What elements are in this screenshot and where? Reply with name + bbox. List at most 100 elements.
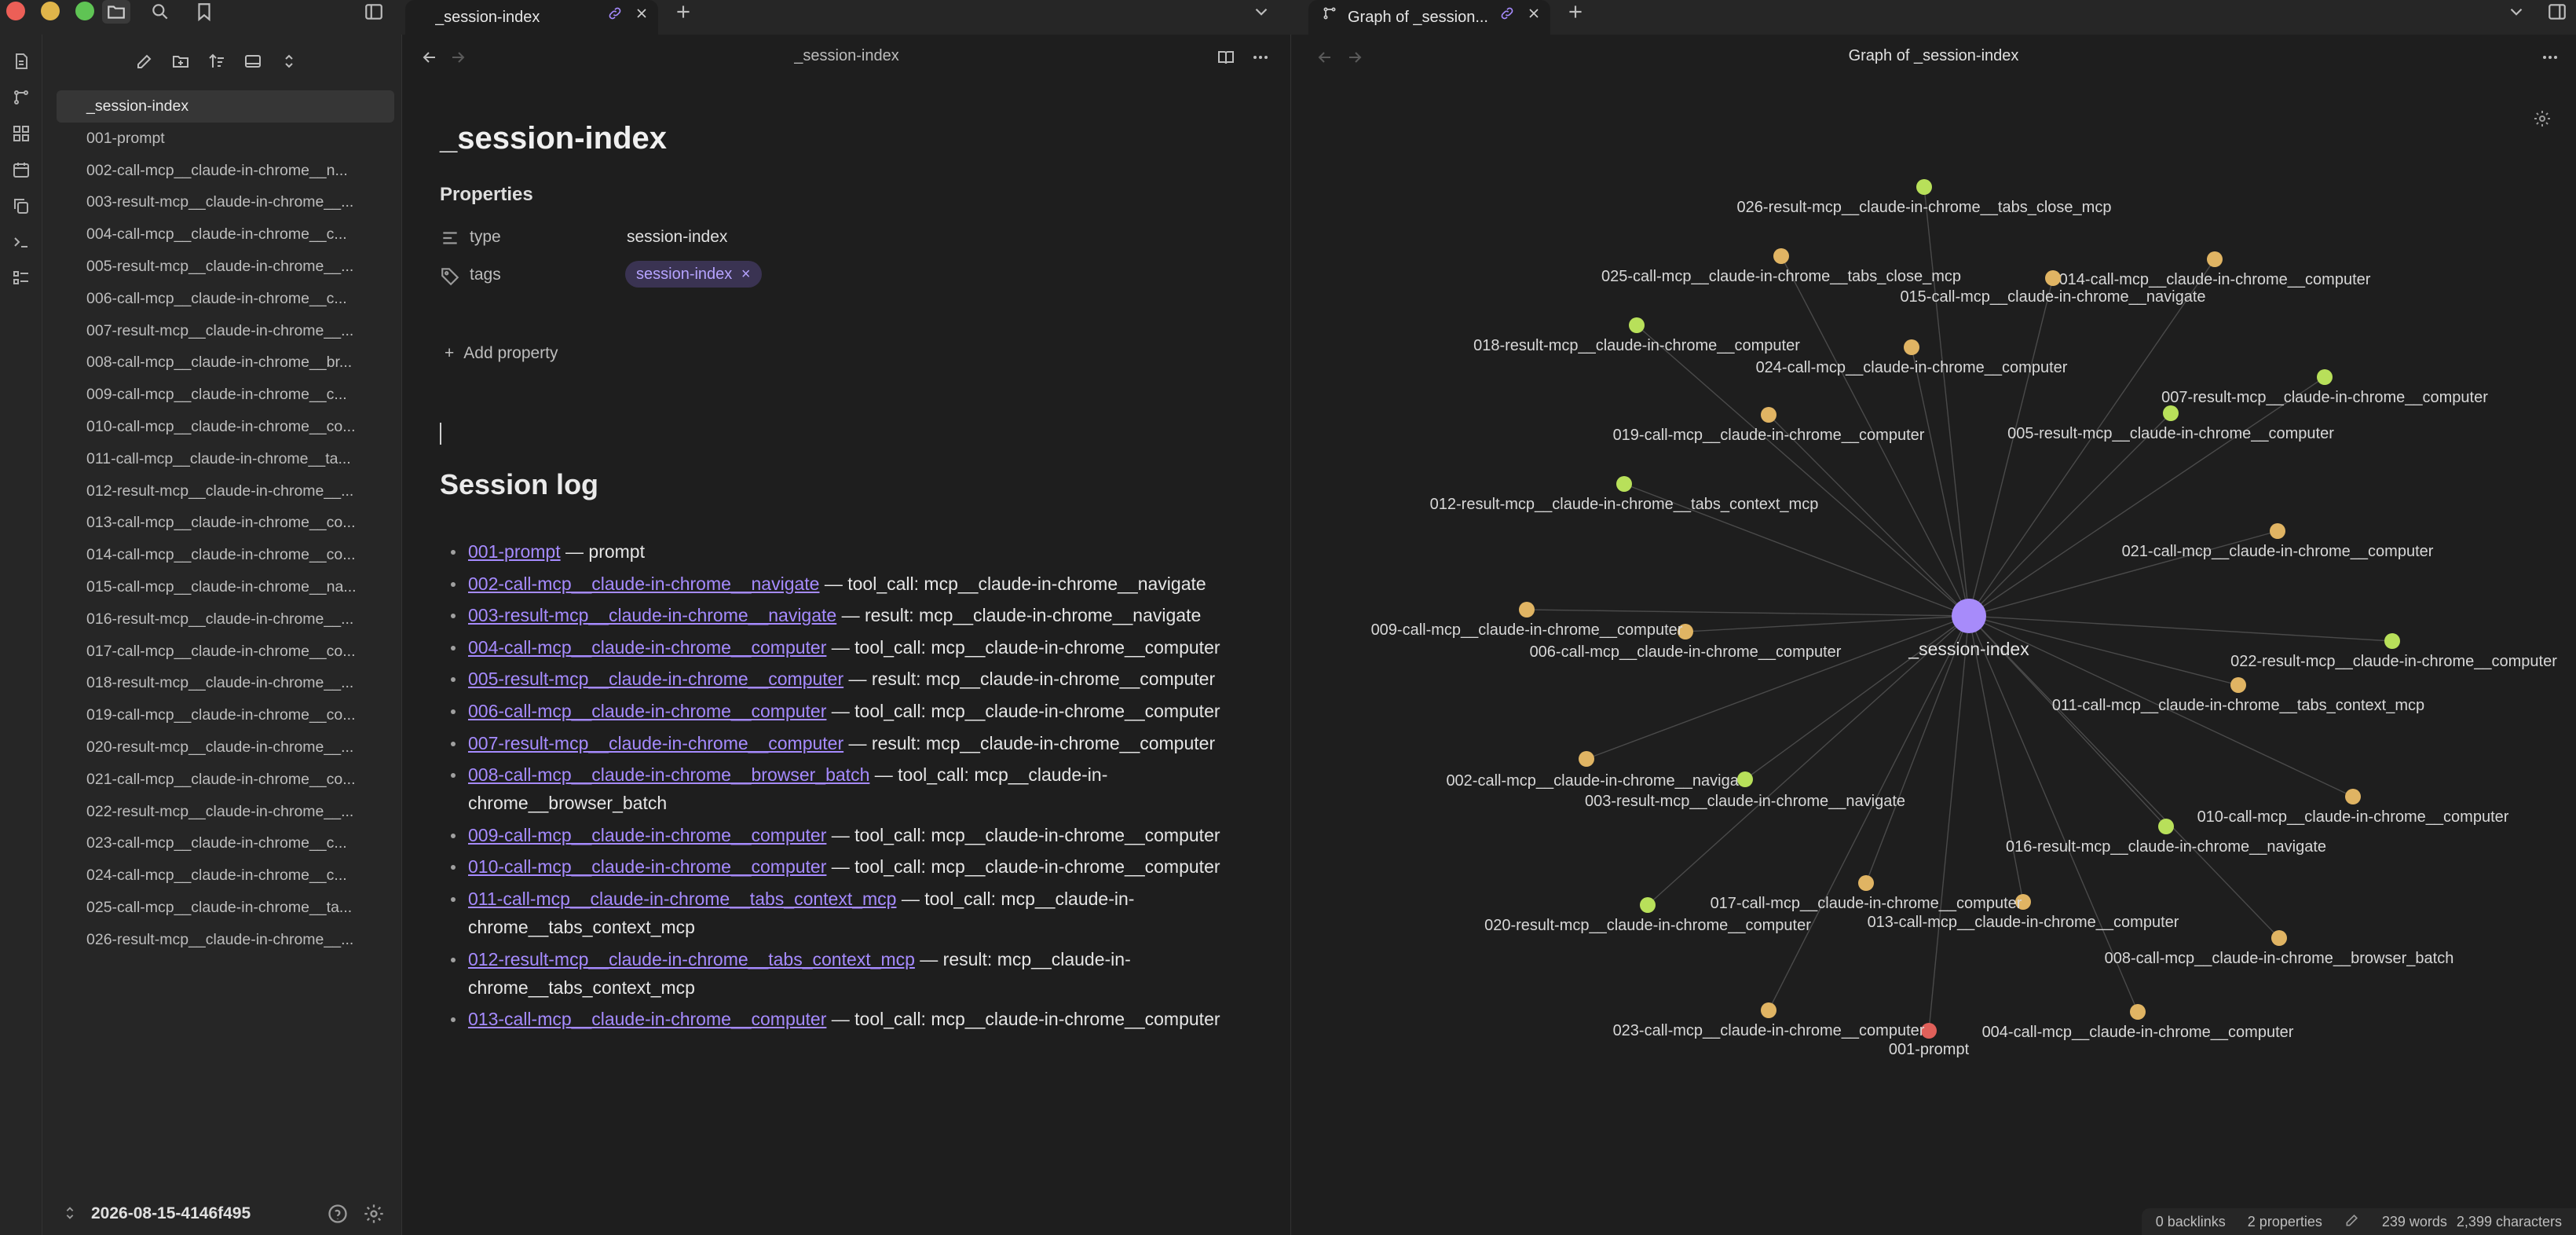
note-link[interactable]: 002-call-mcp__claude-in-chrome__navigate <box>468 574 819 594</box>
graph-node[interactable] <box>2345 789 2361 804</box>
file-item[interactable]: 009-call-mcp__claude-in-chrome__c... <box>57 379 394 411</box>
graph-node[interactable] <box>1773 248 1789 264</box>
terminal-icon[interactable] <box>7 228 35 256</box>
graph-node[interactable] <box>1519 602 1535 618</box>
sidebar-toggle-icon[interactable] <box>2543 0 2571 24</box>
graph-node[interactable] <box>1640 897 1656 913</box>
graph-node[interactable] <box>2130 1004 2146 1020</box>
help-icon[interactable] <box>327 1203 349 1225</box>
note-link[interactable]: 013-call-mcp__claude-in-chrome__computer <box>468 1009 826 1029</box>
collapse-icon[interactable] <box>275 47 303 75</box>
graph-node[interactable] <box>2158 819 2174 834</box>
graph-node[interactable] <box>1761 407 1776 423</box>
new-note-icon[interactable] <box>130 47 159 75</box>
graph-node[interactable] <box>1916 179 1932 195</box>
chevron-down-icon[interactable] <box>2502 0 2530 24</box>
graph-node[interactable] <box>2045 270 2061 286</box>
file-item[interactable]: 023-call-mcp__claude-in-chrome__c... <box>57 827 394 859</box>
properties-heading[interactable]: Properties <box>440 184 533 206</box>
tab-session-index[interactable]: _session-index <box>405 0 658 35</box>
file-item[interactable]: 005-result-mcp__claude-in-chrome__... <box>57 251 394 283</box>
book-icon[interactable] <box>1214 46 1238 69</box>
file-item[interactable]: 008-call-mcp__claude-in-chrome__br... <box>57 346 394 379</box>
close-icon[interactable] <box>633 5 650 22</box>
graph-node[interactable] <box>2384 633 2400 649</box>
file-item[interactable]: 011-call-mcp__claude-in-chrome__ta... <box>57 443 394 475</box>
file-item[interactable]: 025-call-mcp__claude-in-chrome__ta... <box>57 892 394 924</box>
copy-icon[interactable] <box>7 192 35 220</box>
calendar-icon[interactable] <box>7 156 35 184</box>
window-close-button[interactable] <box>6 2 25 20</box>
graph-node[interactable] <box>1858 875 1874 891</box>
graph-node[interactable] <box>1737 771 1753 787</box>
file-item[interactable]: 016-result-mcp__claude-in-chrome__... <box>57 603 394 636</box>
file-item[interactable]: 007-result-mcp__claude-in-chrome__... <box>57 315 394 347</box>
file-item[interactable]: 017-call-mcp__claude-in-chrome__co... <box>57 636 394 668</box>
note-link[interactable]: 004-call-mcp__claude-in-chrome__computer <box>468 637 826 658</box>
plus-icon[interactable] <box>669 0 697 24</box>
graph-node[interactable] <box>2271 930 2287 946</box>
graph-node[interactable] <box>2317 369 2333 385</box>
graph-center-node[interactable] <box>1952 599 1986 633</box>
plus-icon[interactable] <box>1561 0 1590 24</box>
graph-node[interactable] <box>1761 1002 1776 1018</box>
pencil-icon[interactable] <box>2344 1212 2360 1232</box>
tag-pill[interactable]: session-index × <box>625 261 762 288</box>
file-item[interactable]: 022-result-mcp__claude-in-chrome__... <box>57 796 394 828</box>
file-item[interactable]: 004-call-mcp__claude-in-chrome__c... <box>57 218 394 251</box>
note-link[interactable]: 003-result-mcp__claude-in-chrome__naviga… <box>468 605 836 625</box>
graph-canvas[interactable]: 001-prompt 002-call-mcp__claude-in-chrome… <box>1291 35 2576 1205</box>
auto-reveal-icon[interactable] <box>239 47 267 75</box>
window-zoom-button[interactable] <box>75 2 94 20</box>
close-icon[interactable] <box>1525 5 1542 22</box>
note-link[interactable]: 006-call-mcp__claude-in-chrome__computer <box>468 701 826 721</box>
graph-node[interactable] <box>1904 339 1919 355</box>
backlinks-count[interactable]: 0 backlinks <box>2156 1214 2226 1230</box>
more-icon[interactable] <box>1249 46 1272 69</box>
graph-node[interactable] <box>1629 317 1645 333</box>
graph-node[interactable] <box>2270 523 2285 539</box>
file-item[interactable]: 024-call-mcp__claude-in-chrome__c... <box>57 859 394 892</box>
file-item[interactable]: 026-result-mcp__claude-in-chrome__... <box>57 924 394 956</box>
folder-icon[interactable] <box>102 0 130 24</box>
property-key[interactable]: type <box>470 228 501 247</box>
file-item[interactable]: 003-result-mcp__claude-in-chrome__... <box>57 186 394 218</box>
canvas-icon[interactable] <box>7 119 35 148</box>
file-item[interactable]: 018-result-mcp__claude-in-chrome__... <box>57 667 394 699</box>
file-item[interactable]: _session-index <box>57 90 394 123</box>
open-note-icon[interactable] <box>7 47 35 75</box>
file-item[interactable]: 001-prompt <box>57 123 394 155</box>
add-property-button[interactable]: + Add property <box>445 344 558 363</box>
note-link[interactable]: 005-result-mcp__claude-in-chrome__comput… <box>468 669 843 689</box>
session-log-heading[interactable]: Session log <box>440 468 598 501</box>
list-icon[interactable] <box>7 264 35 292</box>
note-link[interactable]: 012-result-mcp__claude-in-chrome__tabs_c… <box>468 949 915 969</box>
graph-node[interactable] <box>1579 751 1594 767</box>
close-icon[interactable]: × <box>741 266 751 283</box>
property-key[interactable]: tags <box>470 266 501 284</box>
note-link[interactable]: 007-result-mcp__claude-in-chrome__comput… <box>468 733 843 753</box>
note-link[interactable]: 010-call-mcp__claude-in-chrome__computer <box>468 856 826 877</box>
settings-icon[interactable] <box>363 1203 385 1225</box>
note-link[interactable]: 001-prompt <box>468 541 561 562</box>
graph-icon[interactable] <box>7 83 35 112</box>
file-item[interactable]: 015-call-mcp__claude-in-chrome__na... <box>57 571 394 603</box>
new-folder-icon[interactable] <box>166 47 195 75</box>
file-item[interactable]: 012-result-mcp__claude-in-chrome__... <box>57 475 394 508</box>
file-item[interactable]: 019-call-mcp__claude-in-chrome__co... <box>57 699 394 731</box>
property-value[interactable]: session-index <box>627 228 727 247</box>
chevron-down-icon[interactable] <box>1247 0 1275 24</box>
bookmark-icon[interactable] <box>190 0 218 24</box>
tab-graph[interactable]: Graph of _session... <box>1308 0 1550 35</box>
graph-node[interactable] <box>1616 476 1632 492</box>
note-link[interactable]: 008-call-mcp__claude-in-chrome__browser_… <box>468 764 869 785</box>
vault-switcher[interactable]: 2026-08-15-4146f495 <box>42 1193 402 1235</box>
search-icon[interactable] <box>146 0 174 24</box>
file-item[interactable]: 020-result-mcp__claude-in-chrome__... <box>57 731 394 764</box>
file-item[interactable]: 002-call-mcp__claude-in-chrome__n... <box>57 155 394 187</box>
file-item[interactable]: 014-call-mcp__claude-in-chrome__co... <box>57 539 394 571</box>
graph-node[interactable] <box>2207 251 2223 267</box>
note-link[interactable]: 011-call-mcp__claude-in-chrome__tabs_con… <box>468 889 896 909</box>
graph-node[interactable] <box>2230 677 2246 693</box>
sort-icon[interactable] <box>203 47 231 75</box>
